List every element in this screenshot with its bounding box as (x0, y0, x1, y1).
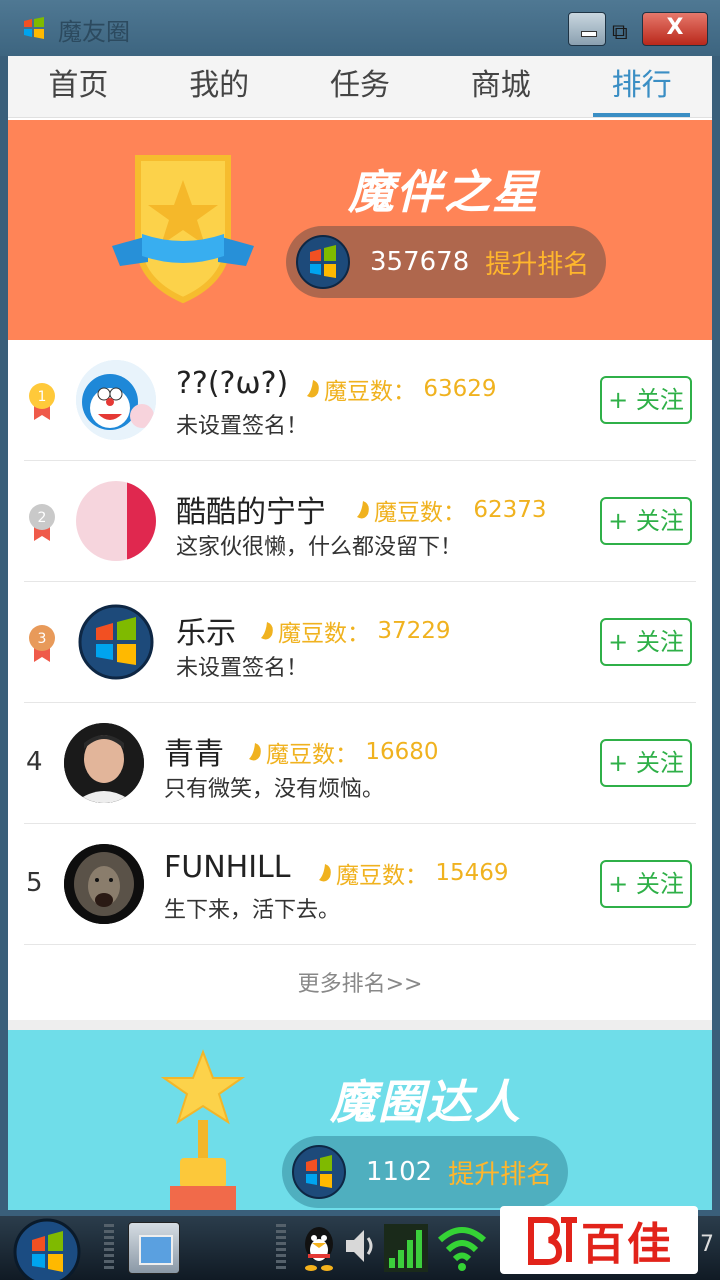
follow-button[interactable]: + 关注 (600, 860, 692, 908)
bean-icon (261, 622, 273, 640)
close-button[interactable]: X (642, 12, 708, 46)
my-master-score: 1102 (366, 1157, 433, 1187)
svg-text:2: 2 (38, 510, 47, 526)
user-signature: 生下来，活下去。 (164, 898, 341, 923)
my-master-rank-pill: 1102 提升排名 (282, 1136, 568, 1208)
svg-text:3: 3 (38, 631, 47, 647)
user-name: 酷酷的宁宁 (176, 495, 326, 530)
ranking-row[interactable]: 3 乐示 魔豆数： 37229 未设置签名！ + 关注 (24, 582, 696, 703)
tab-mine[interactable]: 我的 (149, 56, 290, 117)
user-signature: 只有微笑，没有烦恼。 (164, 777, 385, 802)
tab-shop[interactable]: 商城 (430, 56, 571, 117)
tab-home[interactable]: 首页 (8, 56, 149, 117)
follow-button[interactable]: + 关注 (600, 739, 692, 787)
signal-bars-icon[interactable] (384, 1224, 428, 1272)
wifi-icon[interactable] (436, 1224, 488, 1272)
bean-count: 魔豆数： 63629 (304, 372, 496, 406)
taskbar-grip[interactable] (276, 1224, 286, 1272)
tab-tasks[interactable]: 任务 (290, 56, 431, 117)
taskbar-grip[interactable] (104, 1224, 114, 1272)
watermark-text: 百佳 (581, 1219, 673, 1270)
watermark-logo: 百佳 (500, 1206, 698, 1274)
user-name: 乐示 (176, 616, 236, 651)
bean-count: 魔豆数： 16680 (246, 735, 438, 769)
bean-icon (307, 380, 319, 398)
master-section-title: 魔圈达人 (330, 1075, 522, 1129)
ranking-row[interactable]: 2 酷酷的宁宁 魔豆数： 62373 这家伙很懒，什么都没留下！ + 关注 (24, 461, 696, 582)
start-button-icon[interactable] (12, 1216, 82, 1280)
bean-icon (357, 501, 369, 519)
improve-rank-button[interactable]: 提升排名 (448, 1154, 552, 1191)
improve-rank-button[interactable]: 提升排名 (485, 244, 589, 281)
app-content: 首页 我的 任务 商城 排行 魔伴之星 357678 提升排名 1 ??(?ω?… (8, 56, 712, 1210)
more-ranking-link[interactable]: 更多排名>> (8, 966, 712, 998)
lion-photo-icon (64, 844, 144, 924)
taskbar-clock: 7 (700, 1232, 714, 1257)
user-signature: 未设置签名！ (176, 414, 309, 439)
rank-number: 5 (26, 868, 43, 898)
bean-count: 魔豆数： 37229 (258, 614, 450, 648)
my-star-score: 357678 (370, 247, 470, 277)
tab-bar: 首页 我的 任务 商城 排行 (8, 56, 712, 118)
user-avatar[interactable] (76, 602, 156, 682)
cartoon-avatar-icon (76, 360, 156, 440)
bean-icon (319, 864, 331, 882)
shield-badge-icon (112, 155, 254, 304)
trophy-icon (160, 1049, 246, 1210)
user-name: ??(?ω?) (176, 366, 289, 401)
ranking-row[interactable]: 1 ??(?ω?) 魔豆数： 63629 未设置签名！ + 关注 (24, 340, 696, 461)
windows-orb-icon (296, 235, 350, 289)
user-avatar[interactable] (76, 360, 156, 440)
bean-icon (249, 743, 261, 761)
windows-logo-icon (24, 17, 44, 39)
bean-count: 魔豆数： 62373 (354, 493, 546, 527)
star-section-title: 魔伴之星 (348, 165, 540, 219)
user-signature: 这家伙很懒，什么都没留下！ (176, 535, 463, 560)
section-divider (8, 1020, 712, 1030)
rank-number: 4 (26, 747, 43, 777)
user-name: FUNHILL (164, 850, 291, 885)
ranking-list: 1 ??(?ω?) 魔豆数： 63629 未设置签名！ + 关注 2 酷酷的宁宁… (8, 340, 712, 945)
gold-medal-icon: 1 (29, 383, 55, 420)
star-banner: 魔伴之星 357678 提升排名 (8, 120, 712, 340)
user-avatar[interactable] (64, 844, 144, 924)
qq-penguin-icon[interactable] (300, 1224, 338, 1272)
watermark-mark-icon (528, 1217, 577, 1265)
master-banner: 魔圈达人 1102 提升排名 (8, 1030, 712, 1210)
user-avatar[interactable] (76, 481, 156, 561)
restore-button[interactable]: ⧉ (612, 22, 634, 44)
minimize-button[interactable] (568, 12, 606, 46)
user-name: 青青 (164, 737, 224, 772)
bronze-medal-icon: 3 (29, 625, 55, 662)
ranking-row[interactable]: 5 FUNHILL 魔豆数： 15469 生下来，活下去。 + 关注 (24, 824, 696, 945)
follow-button[interactable]: + 关注 (600, 497, 692, 545)
bean-count: 魔豆数： 15469 (316, 856, 508, 890)
my-star-rank-pill: 357678 提升排名 (286, 226, 606, 298)
window-title: 魔友圈 (58, 18, 130, 46)
user-signature: 未设置签名！ (176, 656, 309, 681)
window-titlebar[interactable]: 魔友圈 ⧉ X (0, 0, 720, 56)
person-photo-icon (64, 723, 144, 803)
silver-medal-icon: 2 (29, 504, 55, 541)
speaker-icon[interactable] (342, 1224, 376, 1268)
user-avatar[interactable] (64, 723, 144, 803)
follow-button[interactable]: + 关注 (600, 618, 692, 666)
taskbar-window-button[interactable] (128, 1222, 180, 1274)
windows-orb-icon (292, 1145, 346, 1199)
svg-text:1: 1 (38, 389, 47, 405)
ranking-row[interactable]: 4 青青 魔豆数： 16680 只有微笑，没有烦恼。 + 关注 (24, 703, 696, 824)
follow-button[interactable]: + 关注 (600, 376, 692, 424)
windows-orb-icon (78, 604, 154, 680)
tab-ranking[interactable]: 排行 (571, 56, 712, 117)
